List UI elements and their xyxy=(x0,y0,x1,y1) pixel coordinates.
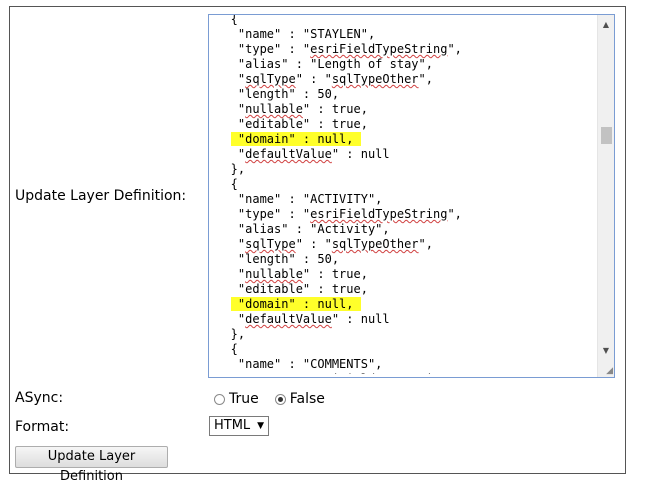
code-line: "nullable" : true, xyxy=(209,102,368,116)
code-line: "sqlType" : "sqlTypeOther", xyxy=(209,72,433,86)
format-selected-value: HTML xyxy=(214,418,251,433)
code-line: "length" : 50, xyxy=(209,252,340,266)
code-line: "type" : "esriFieldTypeString", xyxy=(209,207,462,221)
format-label: Format: xyxy=(15,419,70,435)
code-line: "length" : 50, xyxy=(209,87,340,101)
async-label: ASync: xyxy=(15,390,64,406)
json-text[interactable]: { "name" : "STAYLEN", "type" : "esriFiel… xyxy=(209,14,597,374)
code-line: "editable" : true, xyxy=(209,117,368,131)
layer-definition-textarea[interactable]: { "name" : "STAYLEN", "type" : "esriFiel… xyxy=(208,14,615,378)
code-line: "defaultValue" : null xyxy=(209,312,390,326)
code-line: { xyxy=(209,14,238,26)
code-line: "defaultValue" : null xyxy=(209,147,390,161)
code-line: "nullable" : true, xyxy=(209,267,368,281)
async-radio-group: True False xyxy=(214,390,341,408)
scrollbar-thumb[interactable] xyxy=(601,127,612,144)
triangle-down-icon[interactable]: ▼ xyxy=(598,343,614,359)
triangle-down-icon: ▼ xyxy=(257,421,264,431)
update-layer-definition-label: Update Layer Definition: xyxy=(15,188,187,204)
update-layer-definition-button[interactable]: Update Layer Definition xyxy=(15,446,168,484)
async-false-label[interactable]: False xyxy=(290,391,325,407)
code-line: "type" : "esriFieldTypeString", xyxy=(209,42,462,56)
code-line: "editable" : true, xyxy=(209,282,368,296)
code-line: }, xyxy=(209,162,246,176)
textarea-scrollbar[interactable]: ▲ ▼ xyxy=(597,15,614,377)
code-line-highlighted: "domain" : null, xyxy=(230,132,361,146)
code-line: "sqlType" : "sqlTypeOther", xyxy=(209,237,433,251)
code-line: }, xyxy=(209,327,246,341)
code-line: "name" : "ACTIVITY", xyxy=(209,192,383,206)
code-line: "name" : "COMMENTS", xyxy=(209,357,383,371)
triangle-up-icon[interactable]: ▲ xyxy=(598,17,614,33)
code-line-highlighted: "domain" : null, xyxy=(230,297,361,311)
format-select[interactable]: HTML ▼ xyxy=(209,416,269,436)
async-false-radio[interactable] xyxy=(274,393,286,405)
code-line: "type" : "esriFieldTypeString", xyxy=(209,372,597,374)
async-true-radio[interactable] xyxy=(214,393,225,405)
async-true-label[interactable]: True xyxy=(229,391,259,407)
resize-grip-icon[interactable]: ◢ xyxy=(603,366,613,376)
code-line: "name" : "STAYLEN", xyxy=(209,27,376,41)
code-line: "alias" : "Activity", xyxy=(209,222,390,236)
code-line: { xyxy=(209,342,238,356)
code-line: "alias" : "Length of stay", xyxy=(209,57,433,71)
code-line: { xyxy=(209,177,238,191)
